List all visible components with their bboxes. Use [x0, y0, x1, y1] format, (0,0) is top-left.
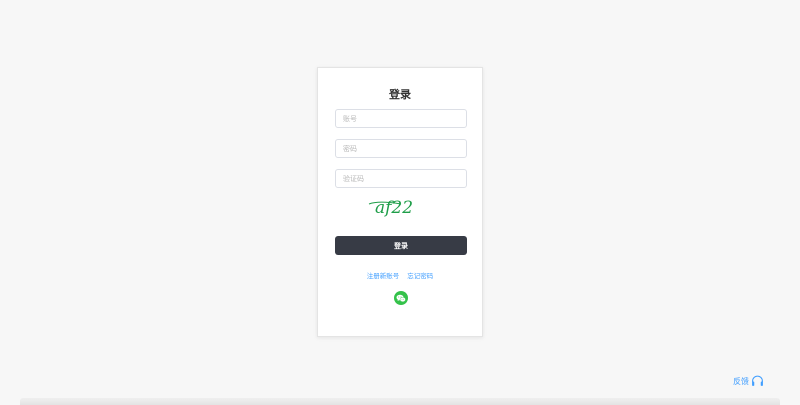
bottom-bar: [20, 398, 780, 405]
headset-icon: [752, 375, 763, 386]
login-title: 登录: [389, 88, 411, 101]
auth-links: 注册新账号 忘记密码: [318, 270, 482, 280]
login-page: 登录 af22 登录 注册新账号 忘记密码 反馈: [0, 0, 800, 405]
account-input[interactable]: [335, 109, 467, 128]
captcha-image[interactable]: af22: [367, 195, 421, 219]
feedback-button[interactable]: 反馈: [733, 375, 764, 387]
feedback-label: 反馈: [733, 376, 749, 386]
login-button[interactable]: 登录: [335, 236, 467, 255]
wechat-login-button[interactable]: [394, 291, 408, 305]
register-link[interactable]: 注册新账号: [367, 272, 400, 280]
captcha-input[interactable]: [335, 169, 467, 188]
login-card: 登录 af22 登录 注册新账号 忘记密码: [317, 67, 483, 337]
captcha-text: af22: [375, 198, 413, 218]
wechat-icon: [396, 294, 406, 302]
password-input[interactable]: [335, 139, 467, 158]
forgot-password-link[interactable]: 忘记密码: [407, 272, 433, 280]
